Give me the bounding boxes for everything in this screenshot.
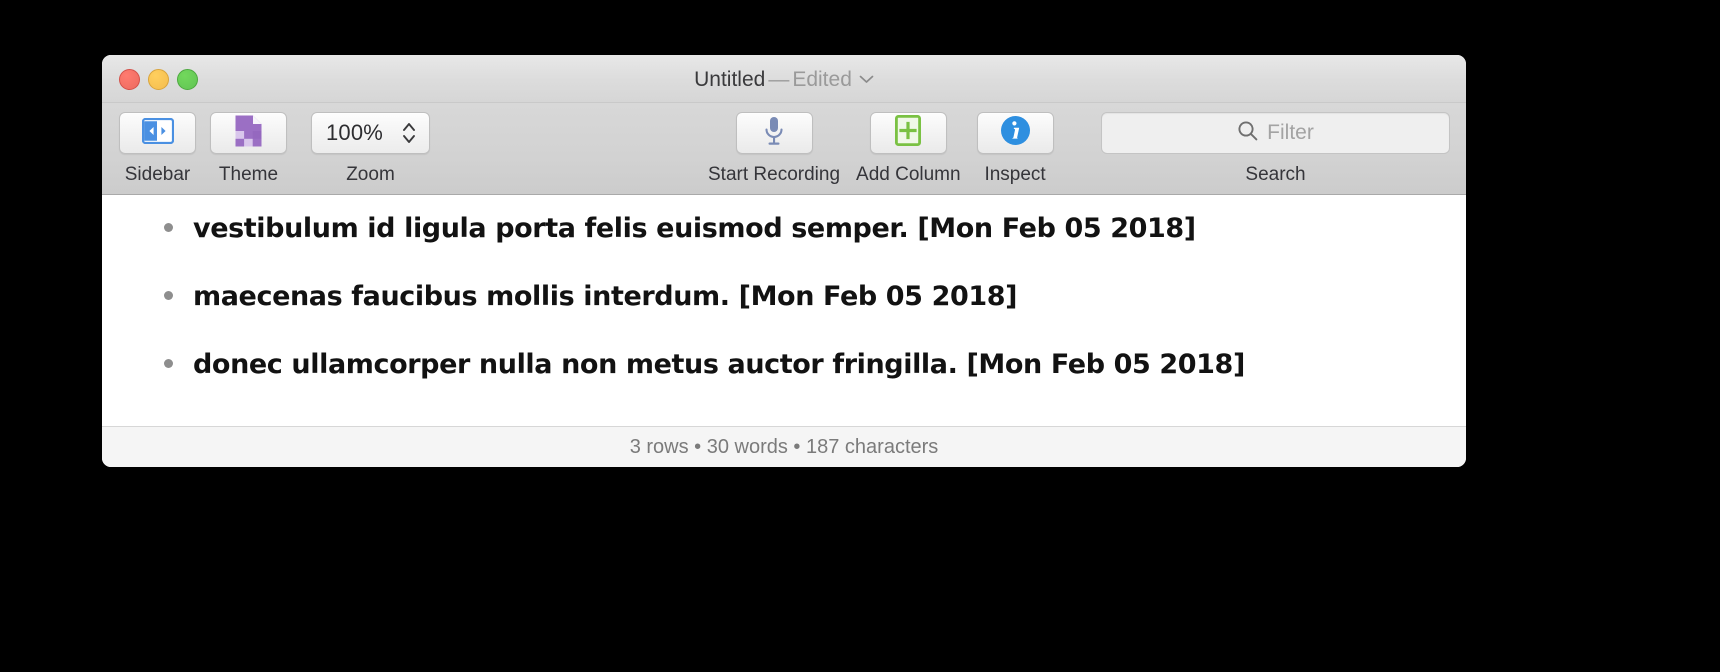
zoom-value[interactable]: 100%	[326, 120, 383, 146]
start-recording-label: Start Recording	[708, 164, 841, 185]
add-column-label: Add Column	[856, 164, 961, 185]
record-toolbar-item[interactable]: Start Recording	[708, 112, 840, 186]
app-window: Untitled — Edited Sidebar Theme 100% Zoo…	[102, 55, 1466, 467]
sidebar-toolbar-item[interactable]: Sidebar	[119, 112, 196, 186]
theme-toolbar-item[interactable]: Theme	[210, 112, 287, 186]
theme-label: Theme	[218, 164, 279, 185]
status-bar: 3 rows • 30 words • 187 characters	[102, 426, 1466, 467]
bullet-icon	[164, 359, 173, 368]
zoom-stepper[interactable]: 100%	[311, 112, 430, 154]
start-recording-button[interactable]	[735, 112, 813, 154]
zoom-label: Zoom	[346, 164, 395, 185]
inspect-label: Inspect	[984, 164, 1046, 185]
sidebar-label: Sidebar	[124, 164, 191, 185]
sidebar-toggle-icon	[141, 117, 174, 149]
sidebar-button[interactable]	[119, 112, 196, 154]
stepper-icon[interactable]	[401, 120, 417, 146]
zoom-toolbar-item[interactable]: 100% Zoom	[311, 112, 430, 186]
list-item[interactable]: vestibulum id ligula porta felis euismod…	[102, 213, 1466, 281]
theme-button[interactable]	[210, 112, 287, 154]
add-column-toolbar-item[interactable]: Add Column	[856, 112, 961, 186]
toolbar-middle-group: Start Recording Add Column Inspect	[708, 112, 1054, 186]
list-item-text[interactable]: vestibulum id ligula porta felis euismod…	[193, 213, 1196, 244]
list-item-text[interactable]: donec ullamcorper nulla non metus auctor…	[193, 349, 1245, 380]
chevron-down-icon[interactable]	[859, 75, 874, 84]
search-toolbar-item[interactable]: Filter Search	[1101, 112, 1450, 186]
window-title: Untitled — Edited	[102, 67, 1466, 92]
list-item[interactable]: donec ullamcorper nulla non metus auctor…	[102, 349, 1466, 417]
toolbar-search-group: Filter Search	[1101, 112, 1450, 186]
search-placeholder: Filter	[1267, 121, 1314, 144]
inspect-button[interactable]	[976, 112, 1054, 154]
status-text: 3 rows • 30 words • 187 characters	[629, 435, 939, 458]
search-input[interactable]: Filter	[1101, 112, 1450, 154]
document-area[interactable]: vestibulum id ligula porta felis euismod…	[102, 195, 1466, 429]
add-column-icon	[895, 114, 922, 151]
toolbar-left-group: Sidebar Theme 100% Zoom	[119, 112, 430, 186]
title-separator: —	[768, 68, 790, 91]
bullet-icon	[164, 223, 173, 232]
document-title: Untitled	[694, 68, 766, 91]
list-item-text[interactable]: maecenas faucibus mollis interdum. [Mon …	[193, 281, 1017, 312]
edited-status: Edited	[792, 68, 852, 91]
inspect-toolbar-item[interactable]: Inspect	[976, 112, 1054, 186]
title-bar[interactable]: Untitled — Edited	[102, 55, 1466, 103]
toolbar: Sidebar Theme 100% Zoom Start Recording …	[102, 103, 1466, 195]
search-icon	[1237, 120, 1258, 146]
info-circle-icon	[1000, 115, 1031, 151]
microphone-icon	[763, 116, 785, 151]
theme-document-icon	[235, 115, 262, 152]
search-label: Search	[1245, 164, 1306, 185]
bullet-icon	[164, 291, 173, 300]
list-item[interactable]: maecenas faucibus mollis interdum. [Mon …	[102, 281, 1466, 349]
add-column-button[interactable]	[869, 112, 947, 154]
